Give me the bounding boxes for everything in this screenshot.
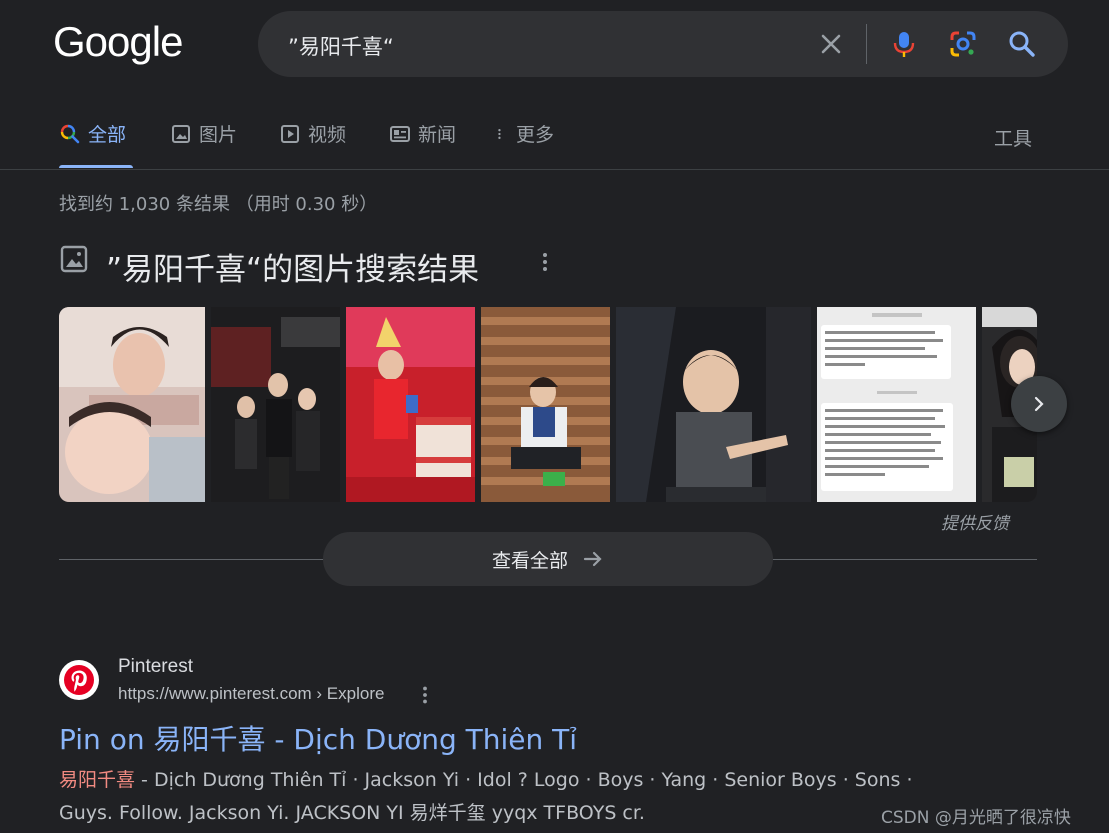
result-url[interactable]: https://www.pinterest.com › Explore — [118, 684, 384, 704]
tab-label: 全部 — [88, 124, 127, 146]
more-vert-icon — [498, 129, 501, 139]
image-thumbnail[interactable] — [211, 307, 340, 502]
more-vert-icon[interactable] — [533, 250, 557, 274]
clear-icon[interactable] — [815, 28, 847, 60]
tab-label: 图片 — [199, 124, 238, 146]
view-all-label: 查看全部 — [491, 549, 568, 572]
tab-images[interactable]: 图片 — [170, 120, 237, 168]
search-input[interactable]: ”易阳千喜“ — [288, 31, 394, 61]
image-thumbnail[interactable] — [817, 307, 976, 502]
tools-button[interactable]: 工具 — [994, 124, 1032, 151]
search-submit-icon[interactable] — [1006, 28, 1038, 60]
image-icon — [60, 245, 88, 273]
tab-more[interactable]: 更多 — [495, 120, 554, 168]
page: Google ”易阳千喜“ 全部 图片 视频 新闻 更多 工具 找到约 1,03… — [0, 0, 1109, 833]
image-carousel — [59, 307, 1037, 502]
lens-icon[interactable] — [947, 28, 979, 60]
image-thumbnail[interactable] — [346, 307, 475, 502]
feedback-link[interactable]: 提供反馈 — [941, 509, 1009, 534]
more-vert-icon[interactable] — [414, 684, 436, 706]
microphone-icon[interactable] — [888, 28, 920, 60]
view-all-button[interactable]: 查看全部 — [323, 532, 773, 586]
tab-news[interactable]: 新闻 — [389, 120, 456, 168]
tab-label: 新闻 — [418, 124, 457, 146]
result-site-name[interactable]: Pinterest — [118, 656, 193, 678]
search-tabs: 全部 图片 视频 新闻 更多 — [59, 120, 1109, 168]
tab-all[interactable]: 全部 — [59, 120, 133, 168]
result-snippet: 易阳千喜 - Dịch Dương Thiên Tỉ · Jackson Yi … — [59, 764, 959, 830]
result-stats: 找到约 1,030 条结果 （用时 0.30 秒） — [59, 194, 378, 215]
pinterest-logo-icon — [59, 660, 99, 700]
watermark: CSDN @月光晒了很凉快 — [881, 808, 1071, 828]
result-title-link[interactable]: Pin on 易阳千喜 - Dịch Dương Thiên Tỉ — [59, 718, 577, 758]
image-icon — [172, 125, 190, 143]
tab-videos[interactable]: 视频 — [279, 120, 346, 168]
image-thumbnail[interactable] — [481, 307, 610, 502]
header-divider — [0, 169, 1109, 170]
search-icon — [60, 124, 80, 144]
images-section-title: ”易阳千喜“的图片搜索结果 — [106, 252, 480, 288]
image-thumbnail[interactable] — [59, 307, 205, 502]
news-icon — [390, 126, 410, 142]
image-thumbnail[interactable] — [616, 307, 811, 502]
search-box-divider — [866, 24, 867, 64]
video-icon — [281, 125, 299, 143]
tab-label: 更多 — [516, 124, 555, 146]
snippet-text: - Dịch Dương Thiên Tỉ · Jackson Yi · Ido… — [135, 769, 913, 791]
chevron-right-icon — [1034, 396, 1044, 412]
arrow-right-icon — [583, 551, 602, 567]
snippet-highlight: 易阳千喜 — [59, 769, 136, 791]
search-box[interactable]: ”易阳千喜“ — [258, 11, 1068, 77]
snippet-text: Guys. Follow. Jackson Yi. JACKSON YI 易烊千… — [59, 802, 645, 824]
tab-label: 视频 — [308, 124, 347, 146]
carousel-next-button[interactable] — [1011, 376, 1067, 432]
google-logo[interactable]: Google — [53, 18, 183, 66]
